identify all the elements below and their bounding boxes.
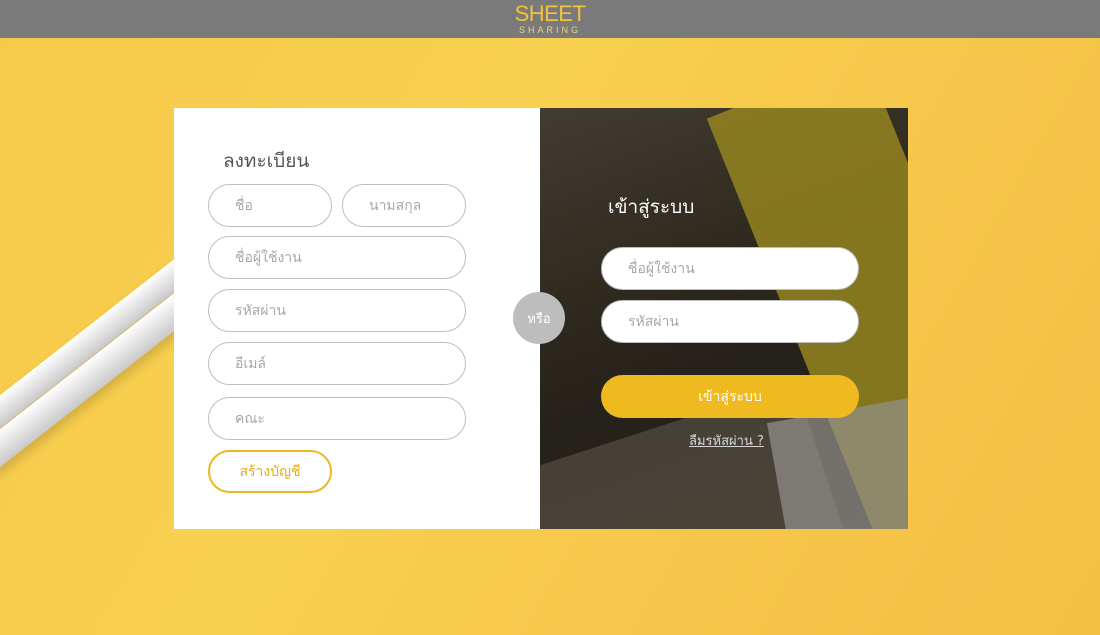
last-name-input[interactable] [342, 184, 466, 227]
forgot-password-link[interactable]: ลืมรหัสผ่าน ? [689, 430, 764, 451]
or-divider-badge: หรือ [513, 292, 565, 344]
top-bar: SHEET SHARING [0, 0, 1100, 38]
create-account-button[interactable]: สร้างบัญชี [208, 450, 332, 493]
logo-text-bottom: SHARING [518, 25, 581, 35]
login-panel: เข้าสู่ระบบ เข้าสู่ระบบ ลืมรหัสผ่าน ? [540, 108, 908, 529]
logo-text-top: SHEET [514, 1, 586, 26]
register-password-input[interactable] [208, 289, 466, 332]
login-title: เข้าสู่ระบบ [608, 196, 695, 218]
first-name-input[interactable] [208, 184, 332, 227]
faculty-input[interactable] [208, 397, 466, 440]
sheet-sharing-logo[interactable]: SHEET SHARING [515, 3, 586, 35]
register-username-input[interactable] [208, 236, 466, 279]
email-input[interactable] [208, 342, 466, 385]
register-title: ลงทะเบียน [223, 150, 310, 172]
login-button[interactable]: เข้าสู่ระบบ [601, 375, 859, 418]
register-panel: ลงทะเบียน สร้างบัญชี [174, 108, 540, 529]
auth-card: ลงทะเบียน สร้างบัญชี เข้าสู่ระบบ เข้าสู่… [174, 108, 908, 529]
login-username-input[interactable] [601, 247, 859, 290]
login-password-input[interactable] [601, 300, 859, 343]
